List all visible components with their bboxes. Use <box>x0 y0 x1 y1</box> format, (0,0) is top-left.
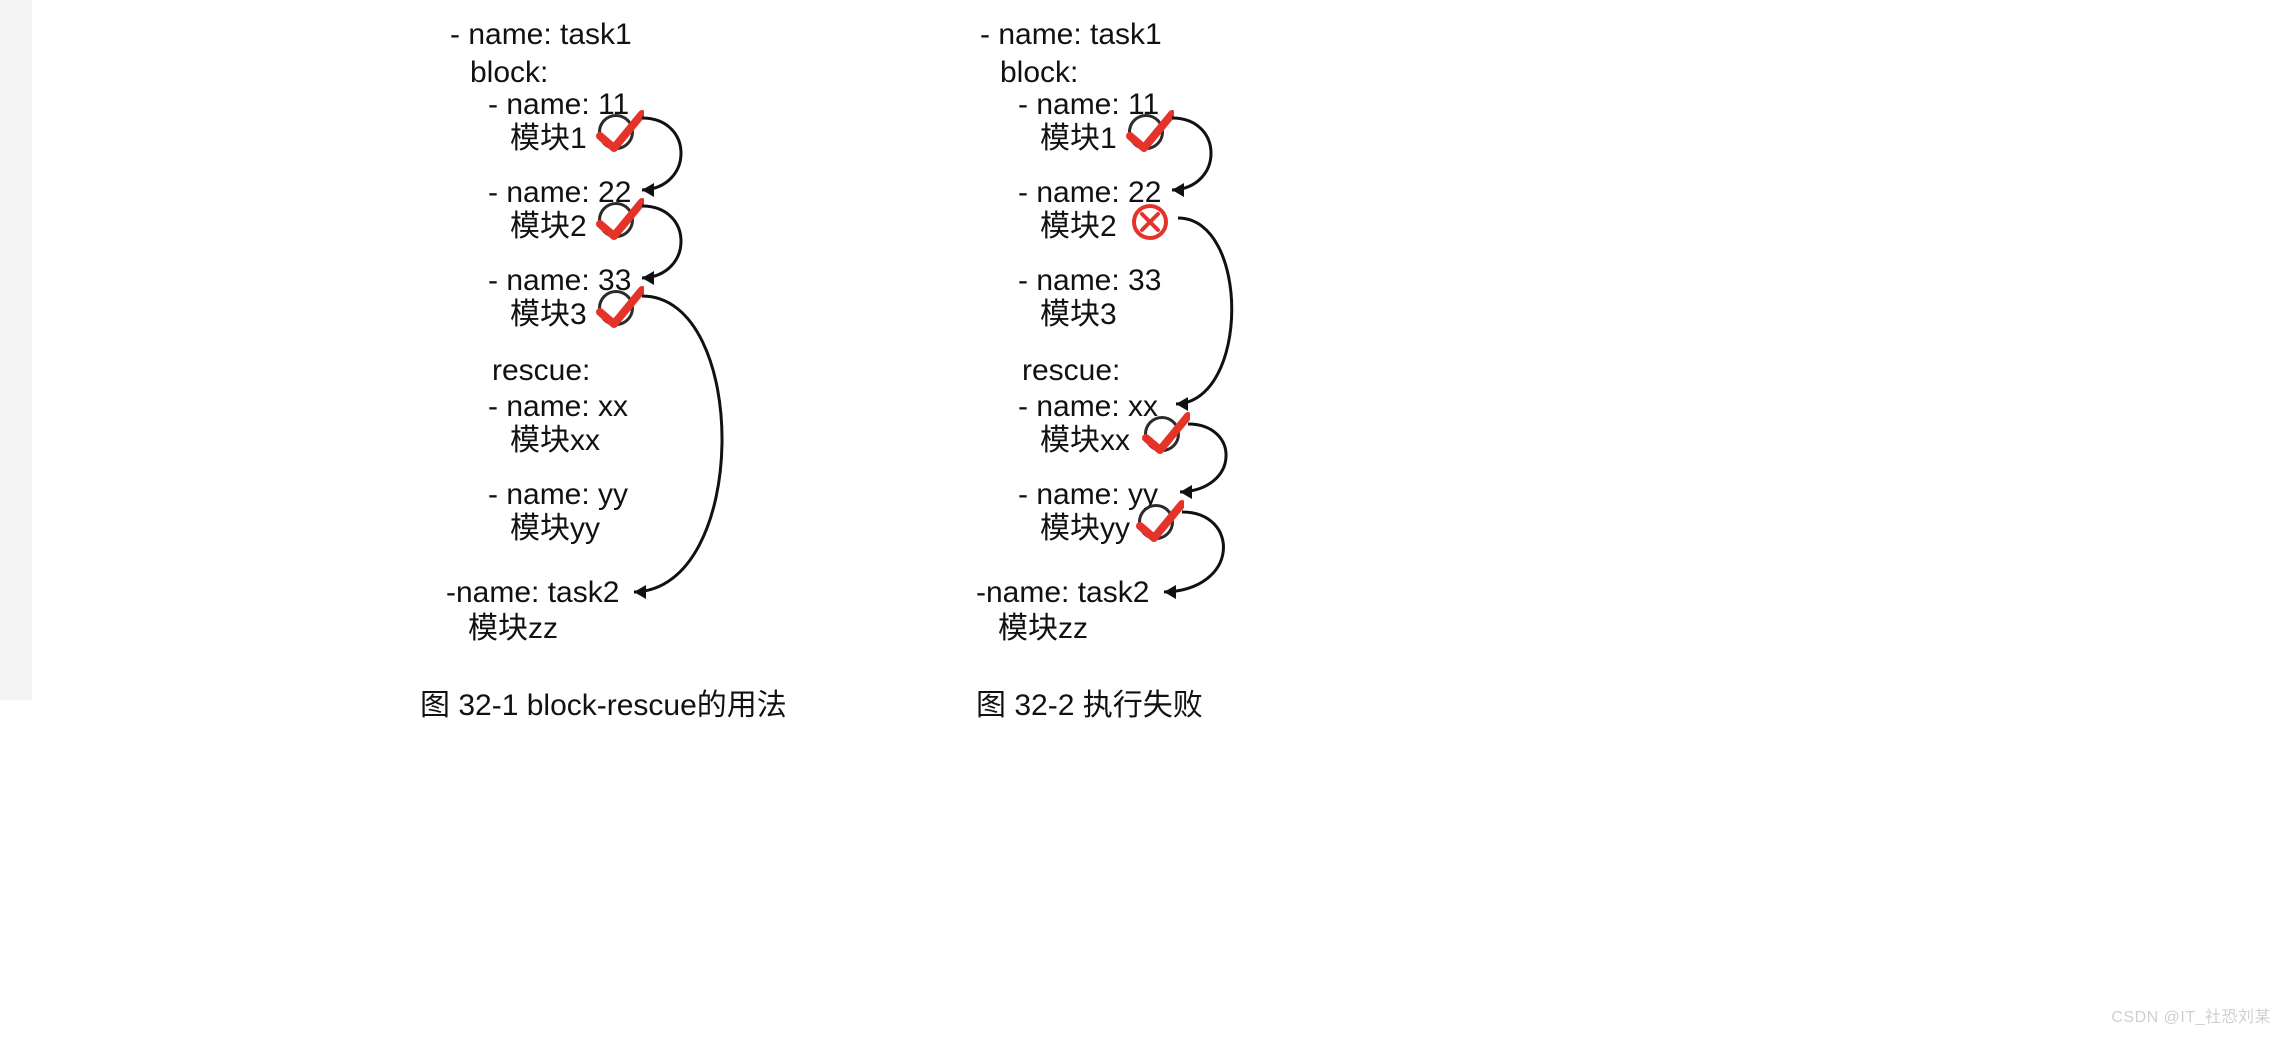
caption-left: 图 32-1 block-rescue的用法 <box>420 680 787 724</box>
watermark: CSDN @IT_社恐刘某 <box>2111 1003 2271 1027</box>
flow-arrow <box>410 0 810 700</box>
flow-arrow <box>940 0 1340 700</box>
caption-right: 图 32-2 执行失败 <box>976 680 1203 724</box>
page-left-gutter <box>0 0 32 700</box>
